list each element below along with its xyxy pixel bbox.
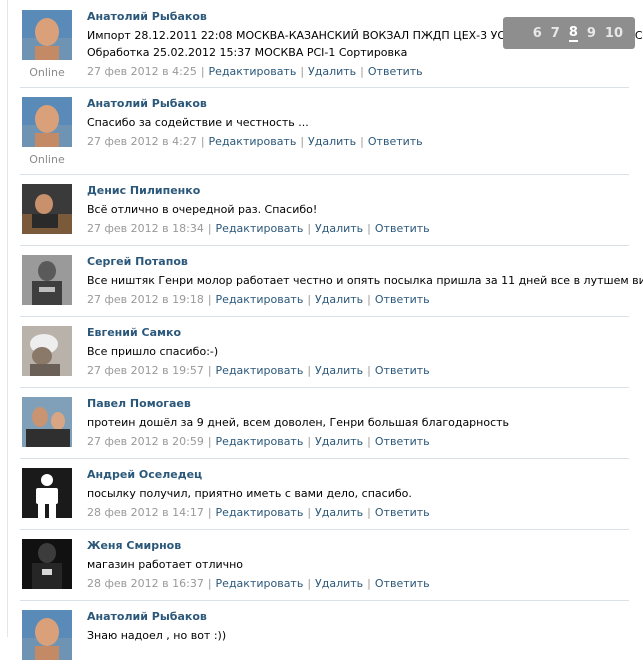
page-link[interactable]: 7 — [551, 26, 560, 41]
reply-link[interactable]: Ответить — [375, 222, 430, 235]
comment-line: посылку получил, приятно иметь с вами де… — [87, 487, 412, 500]
avatar[interactable] — [22, 468, 72, 518]
comment-date: 28 фев 2012 в 14:17 — [87, 506, 204, 519]
reply-link[interactable]: Ответить — [375, 293, 430, 306]
comment-date: 27 фев 2012 в 4:27 — [87, 135, 197, 148]
edit-link[interactable]: Редактировать — [216, 293, 304, 306]
comment-date: 27 фев 2012 в 19:18 — [87, 293, 204, 306]
comment-meta: 27 фев 2012 в 18:34 | Редактировать | Удалит… — [87, 222, 430, 235]
author-name[interactable]: Анатолий Рыбаков — [87, 97, 631, 111]
page-link[interactable]: 10 — [605, 26, 623, 41]
comment-line: Все пришло спасибо:-) — [87, 345, 219, 358]
delete-link[interactable]: Удалить — [315, 293, 363, 306]
comment-content: Павел Помогаев протеин дошёл за 9 дней, … — [87, 397, 631, 450]
author-name[interactable]: Сергей Потапов — [87, 255, 631, 269]
comment-text: Все ништяк Генри молор работает честно и… — [87, 272, 643, 289]
edit-link[interactable]: Редактировать — [216, 577, 304, 590]
comment-post: Сергей Потапов Все ништяк Генри молор ра… — [0, 245, 643, 316]
avatar[interactable] — [22, 326, 72, 376]
author-name[interactable]: Павел Помогаев — [87, 397, 631, 411]
delete-link[interactable]: Удалить — [315, 506, 363, 519]
online-status: Online — [29, 66, 65, 79]
comment-post: Online Анатолий Рыбаков Спасибо за содей… — [0, 87, 643, 174]
avatar[interactable] — [22, 539, 72, 589]
avatar[interactable] — [22, 255, 72, 305]
comment-meta: 27 фев 2012 в 19:18 | Редактировать | Удалит… — [87, 293, 430, 306]
author-name[interactable]: Женя Смирнов — [87, 539, 631, 553]
comment-meta: 27 фев 2012 в 4:25 | Редактировать | Удалить… — [87, 65, 423, 78]
delete-link[interactable]: Удалить — [315, 364, 363, 377]
page-link[interactable]: 6 — [533, 26, 542, 41]
delete-link[interactable]: Удалить — [315, 222, 363, 235]
comment-content: Андрей Оселедец посылку получил, приятно… — [87, 468, 631, 521]
edit-link[interactable]: Редактировать — [216, 364, 304, 377]
reply-link[interactable]: Ответить — [375, 506, 430, 519]
comment-text: магазин работает отлично — [87, 556, 631, 573]
comment-date: 27 фев 2012 в 4:25 — [87, 65, 197, 78]
author-name[interactable]: Андрей Оселедец — [87, 468, 631, 482]
comment-line: Всё отлично в очередной раз. Спасибо! — [87, 203, 318, 216]
comment-line: магазин работает отлично — [87, 558, 244, 571]
comment-date: 28 фев 2012 в 16:37 — [87, 577, 204, 590]
comment-meta: 27 фев 2012 в 4:27 | Редактировать | Удалить… — [87, 135, 423, 148]
comment-text: Все пришло спасибо:-) — [87, 343, 631, 360]
comment-post: Андрей Оселедец посылку получил, приятно… — [0, 458, 643, 529]
edit-link[interactable]: Редактировать — [209, 135, 297, 148]
delete-link[interactable]: Удалить — [315, 577, 363, 590]
avatar[interactable] — [22, 610, 72, 660]
edit-link[interactable]: Редактировать — [209, 65, 297, 78]
comment-line: протеин дошёл за 9 дней, всем доволен, Г… — [87, 416, 510, 429]
reply-link[interactable]: Ответить — [368, 65, 423, 78]
avatar[interactable] — [22, 184, 72, 234]
avatar[interactable] — [22, 10, 72, 60]
delete-link[interactable]: Удалить — [315, 435, 363, 448]
reply-link[interactable]: Ответить — [375, 435, 430, 448]
pagination: 6 7 8 9 10 — [503, 17, 635, 49]
comment-line: Спасибо за содействие и честность ... — [87, 116, 309, 129]
avatar[interactable] — [22, 97, 72, 147]
comment-text: Знаю надоел , но вот :)) — [87, 627, 631, 644]
comment-line: Все ништяк Генри молор работает честно и… — [87, 274, 643, 287]
comment-meta: 27 фев 2012 в 19:57 | Редактировать | Удалит… — [87, 364, 430, 377]
comment-date: 27 фев 2012 в 18:34 — [87, 222, 204, 235]
comment-post: Павел Помогаев протеин дошёл за 9 дней, … — [0, 387, 643, 458]
comment-text: Всё отлично в очередной раз. Спасибо! — [87, 201, 631, 218]
author-name[interactable]: Евгений Самко — [87, 326, 631, 340]
edit-link[interactable]: Редактировать — [216, 506, 304, 519]
comment-content: Анатолий Рыбаков Спасибо за содействие и… — [87, 97, 631, 150]
reply-link[interactable]: Ответить — [368, 135, 423, 148]
comment-date: 27 фев 2012 в 19:57 — [87, 364, 204, 377]
comment-date: 27 фев 2012 в 20:59 — [87, 435, 204, 448]
comment-meta: 28 фев 2012 в 14:17 | Редактировать | Удалит… — [87, 506, 430, 519]
author-name[interactable]: Денис Пилипенко — [87, 184, 631, 198]
page-link[interactable]: 9 — [587, 26, 596, 41]
edit-link[interactable]: Редактировать — [216, 222, 304, 235]
comment-content: Сергей Потапов Все ништяк Генри молор ра… — [87, 255, 643, 308]
reply-link[interactable]: Ответить — [375, 364, 430, 377]
reply-link[interactable]: Ответить — [375, 577, 430, 590]
comment-content: Анатолий Рыбаков Знаю надоел , но вот :)… — [87, 610, 631, 644]
comment-meta: 28 фев 2012 в 16:37 | Редактировать | Удалит… — [87, 577, 430, 590]
delete-link[interactable]: Удалить — [308, 135, 356, 148]
delete-link[interactable]: Удалить — [308, 65, 356, 78]
comment-post: Евгений Самко Все пришло спасибо:-) 27 ф… — [0, 316, 643, 387]
comment-text: Спасибо за содействие и честность ... — [87, 114, 631, 131]
comment-text: протеин дошёл за 9 дней, всем доволен, Г… — [87, 414, 631, 431]
comment-content: Денис Пилипенко Всё отлично в очередной … — [87, 184, 631, 237]
online-status: Online — [29, 153, 65, 166]
author-name[interactable]: Анатолий Рыбаков — [87, 610, 631, 624]
comment-text: посылку получил, приятно иметь с вами де… — [87, 485, 631, 502]
page-link-current[interactable]: 8 — [568, 25, 578, 42]
comment-meta: 27 фев 2012 в 20:59 | Редактировать | Удалит… — [87, 435, 430, 448]
comment-content: Евгений Самко Все пришло спасибо:-) 27 ф… — [87, 326, 631, 379]
comments-feed: Online Анатолий Рыбаков Импорт 28.12.201… — [0, 0, 643, 671]
comment-line: Знаю надоел , но вот :)) — [87, 629, 227, 642]
avatar[interactable] — [22, 397, 72, 447]
comment-post: Денис Пилипенко Всё отлично в очередной … — [0, 174, 643, 245]
comment-post: Женя Смирнов магазин работает отлично 28… — [0, 529, 643, 600]
comment-content: Женя Смирнов магазин работает отлично 28… — [87, 539, 631, 592]
edit-link[interactable]: Редактировать — [216, 435, 304, 448]
comment-post: Анатолий Рыбаков Знаю надоел , но вот :)… — [0, 600, 643, 671]
